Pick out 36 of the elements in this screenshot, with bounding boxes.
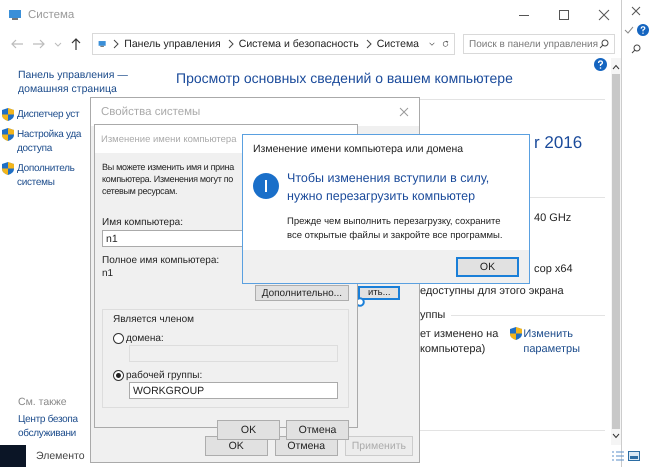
- group-label: Является членом: [113, 314, 194, 325]
- dialog-button[interactable]: Отмена: [286, 420, 349, 440]
- description-text: Вы можете изменить имя и прина компьютера. Изменения могут по сетевым ресурсам.: [102, 161, 234, 197]
- ok-button[interactable]: OK: [456, 256, 519, 276]
- field-label: Полное имя компьютера:: [102, 255, 220, 266]
- change-settings-link[interactable]: Изменить параметры: [523, 327, 580, 357]
- full-name-text: n1: [102, 268, 114, 279]
- sidebar-link[interactable]: Настройка уда доступа: [17, 128, 82, 156]
- info-text: едоступны для этого экрана: [420, 284, 564, 299]
- message-heading: Чтобы изменения вступили в силу, нужно перезагрузить компьютер: [287, 170, 490, 205]
- page-heading: Просмотр основных сведений о вашем компьютере: [176, 70, 513, 87]
- breadcrumb-item[interactable]: Система и безопасность: [238, 38, 359, 50]
- home-link[interactable]: Панель управления — домашняя страница: [18, 68, 128, 96]
- info-text: r 2016: [534, 133, 582, 153]
- info-text: 40 GHz: [534, 211, 572, 225]
- breadcrumb-item[interactable]: Панель управления: [124, 38, 221, 50]
- change-button[interactable]: ить...: [358, 286, 400, 300]
- info-text: сор x64: [534, 262, 573, 276]
- more-button[interactable]: Дополнительно...: [254, 285, 349, 301]
- sidebar-link[interactable]: Центр безопа обслуживани: [18, 413, 78, 441]
- sidebar-link[interactable]: Диспетчер уст: [17, 108, 80, 122]
- group-name-field[interactable]: WORKGROUP: [129, 382, 338, 399]
- field-label: Имя компьютера:: [102, 217, 184, 228]
- dialog-title: Изменение имени компьютера: [101, 134, 237, 144]
- radio-label[interactable]: рабочей группы:: [126, 370, 202, 381]
- search-field[interactable]: Поиск в панели управления: [463, 34, 615, 54]
- window-title: Система: [28, 9, 74, 21]
- breadcrumb-item[interactable]: Система: [376, 38, 420, 50]
- status-text: Элементо: [36, 450, 85, 462]
- dialog-title: Свойства системы: [101, 106, 200, 118]
- dialog-button[interactable]: OK: [217, 420, 280, 440]
- info-text: ет изменено на компьютера): [420, 327, 498, 357]
- section-heading: уппы: [420, 308, 446, 322]
- section-label: См. также: [18, 396, 67, 408]
- sidebar-link[interactable]: Дополнитель системы: [17, 162, 75, 190]
- address-bar[interactable]: Панель управления Система и безопасность Система: [92, 33, 455, 55]
